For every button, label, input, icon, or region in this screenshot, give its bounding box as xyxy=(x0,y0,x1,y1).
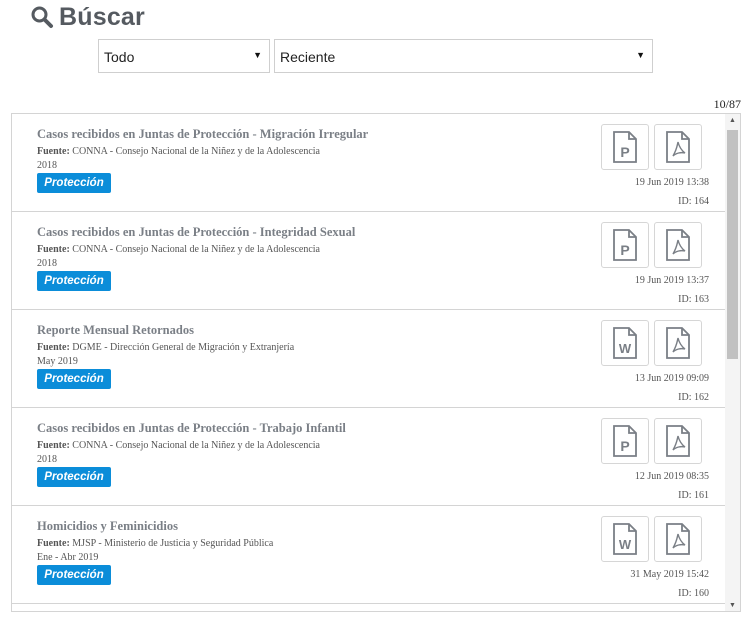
result-source: Fuente: CONNA - Consejo Nacional de la N… xyxy=(37,146,320,157)
word-download-button[interactable]: W xyxy=(601,320,649,366)
source-label: Fuente: xyxy=(37,440,70,451)
result-date: 12 Jun 2019 08:35 xyxy=(634,471,709,482)
page-title: Búscar xyxy=(59,2,145,31)
ppt-download-button[interactable]: P xyxy=(601,222,649,268)
result-id: ID: 163 xyxy=(678,294,709,305)
result-period: Ene - Abr 2019 xyxy=(37,552,99,563)
source-label: Fuente: xyxy=(37,244,70,255)
results-scrollbar[interactable]: ▲ ▼ xyxy=(725,114,740,611)
source-label: Fuente: xyxy=(37,146,70,157)
source-name: DGME - Dirección General de Migración y … xyxy=(72,342,295,353)
category-badge[interactable]: Protección xyxy=(37,173,111,193)
result-title[interactable]: Reporte Mensual Retornados xyxy=(37,323,194,338)
result-title[interactable]: Homicidios y Feminicidios xyxy=(37,519,178,534)
source-name: MJSP - Ministerio de Justicia y Segurida… xyxy=(72,538,274,549)
result-item: Casos recibidos en Juntas de Protección … xyxy=(12,212,725,310)
pdf-download-button[interactable] xyxy=(654,222,702,268)
pdf-download-button[interactable] xyxy=(654,516,702,562)
scroll-down-icon[interactable]: ▼ xyxy=(725,599,740,611)
pdf-file-icon xyxy=(666,425,690,457)
source-label: Fuente: xyxy=(37,538,70,549)
source-label: Fuente: xyxy=(37,342,70,353)
dropdown-arrow-icon: ▼ xyxy=(253,50,262,60)
pdf-file-icon xyxy=(666,131,690,163)
result-id: ID: 160 xyxy=(678,588,709,599)
search-icon xyxy=(30,5,54,29)
pdf-download-button[interactable] xyxy=(654,320,702,366)
ppt-file-icon: P xyxy=(613,131,637,163)
pdf-file-icon xyxy=(666,229,690,261)
pdf-download-button[interactable] xyxy=(654,124,702,170)
source-name: CONNA - Consejo Nacional de la Niñez y d… xyxy=(72,146,320,157)
page-header: Búscar xyxy=(30,0,145,34)
order-filter-select[interactable]: Reciente ▼ xyxy=(274,39,653,73)
order-filter-value: Reciente xyxy=(280,49,336,65)
word-file-icon: W xyxy=(613,327,637,359)
type-filter-value: Todo xyxy=(104,49,135,65)
category-badge[interactable]: Protección xyxy=(37,369,111,389)
result-title[interactable]: Casos recibidos en Juntas de Protección … xyxy=(37,225,355,240)
result-date: 19 Jun 2019 13:37 xyxy=(634,275,709,286)
svg-text:P: P xyxy=(620,438,629,454)
result-id: ID: 161 xyxy=(678,490,709,501)
results-list: Casos recibidos en Juntas de Protección … xyxy=(11,113,741,612)
result-period: 2018 xyxy=(37,160,57,171)
result-source: Fuente: DGME - Dirección General de Migr… xyxy=(37,342,294,353)
ppt-download-button[interactable]: P xyxy=(601,418,649,464)
result-source: Fuente: MJSP - Ministerio de Justicia y … xyxy=(37,538,273,549)
result-date: 13 Jun 2019 09:09 xyxy=(634,373,709,384)
ppt-download-button[interactable]: P xyxy=(601,124,649,170)
result-title[interactable]: Casos recibidos en Juntas de Protección … xyxy=(37,127,368,142)
dropdown-arrow-icon: ▼ xyxy=(636,50,645,60)
ppt-file-icon: P xyxy=(613,229,637,261)
svg-text:P: P xyxy=(620,144,629,160)
result-period: May 2019 xyxy=(37,356,78,367)
svg-text:P: P xyxy=(620,242,629,258)
result-period: 2018 xyxy=(37,258,57,269)
result-count: 10/87 xyxy=(713,97,741,111)
result-item: Casos recibidos en Juntas de Protección … xyxy=(12,408,725,506)
word-download-button[interactable]: W xyxy=(601,516,649,562)
ppt-file-icon: P xyxy=(613,425,637,457)
source-name: CONNA - Consejo Nacional de la Niñez y d… xyxy=(72,440,320,451)
result-date: 19 Jun 2019 13:38 xyxy=(634,177,709,188)
word-file-icon: W xyxy=(613,523,637,555)
scroll-up-icon[interactable]: ▲ xyxy=(725,114,740,126)
result-period: 2018 xyxy=(37,454,57,465)
result-id: ID: 164 xyxy=(678,196,709,207)
result-title[interactable]: Casos recibidos en Juntas de Protección … xyxy=(37,421,346,436)
category-badge[interactable]: Protección xyxy=(37,467,111,487)
scrollbar-thumb[interactable] xyxy=(727,130,738,359)
result-id: ID: 162 xyxy=(678,392,709,403)
result-item: Homicidios y Feminicidios Fuente: MJSP -… xyxy=(12,506,725,604)
result-source: Fuente: CONNA - Consejo Nacional de la N… xyxy=(37,440,320,451)
pdf-download-button[interactable] xyxy=(654,418,702,464)
category-badge[interactable]: Protección xyxy=(37,565,111,585)
source-name: CONNA - Consejo Nacional de la Niñez y d… xyxy=(72,244,320,255)
result-item: Reporte Mensual Retornados Fuente: DGME … xyxy=(12,310,725,408)
pdf-file-icon xyxy=(666,327,690,359)
pdf-file-icon xyxy=(666,523,690,555)
svg-text:W: W xyxy=(619,537,632,552)
svg-text:W: W xyxy=(619,341,632,356)
result-source: Fuente: CONNA - Consejo Nacional de la N… xyxy=(37,244,320,255)
type-filter-select[interactable]: Todo ▼ xyxy=(98,39,270,73)
result-item: Casos recibidos en Juntas de Protección … xyxy=(12,114,725,212)
result-date: 31 May 2019 15:42 xyxy=(630,569,709,580)
category-badge[interactable]: Protección xyxy=(37,271,111,291)
